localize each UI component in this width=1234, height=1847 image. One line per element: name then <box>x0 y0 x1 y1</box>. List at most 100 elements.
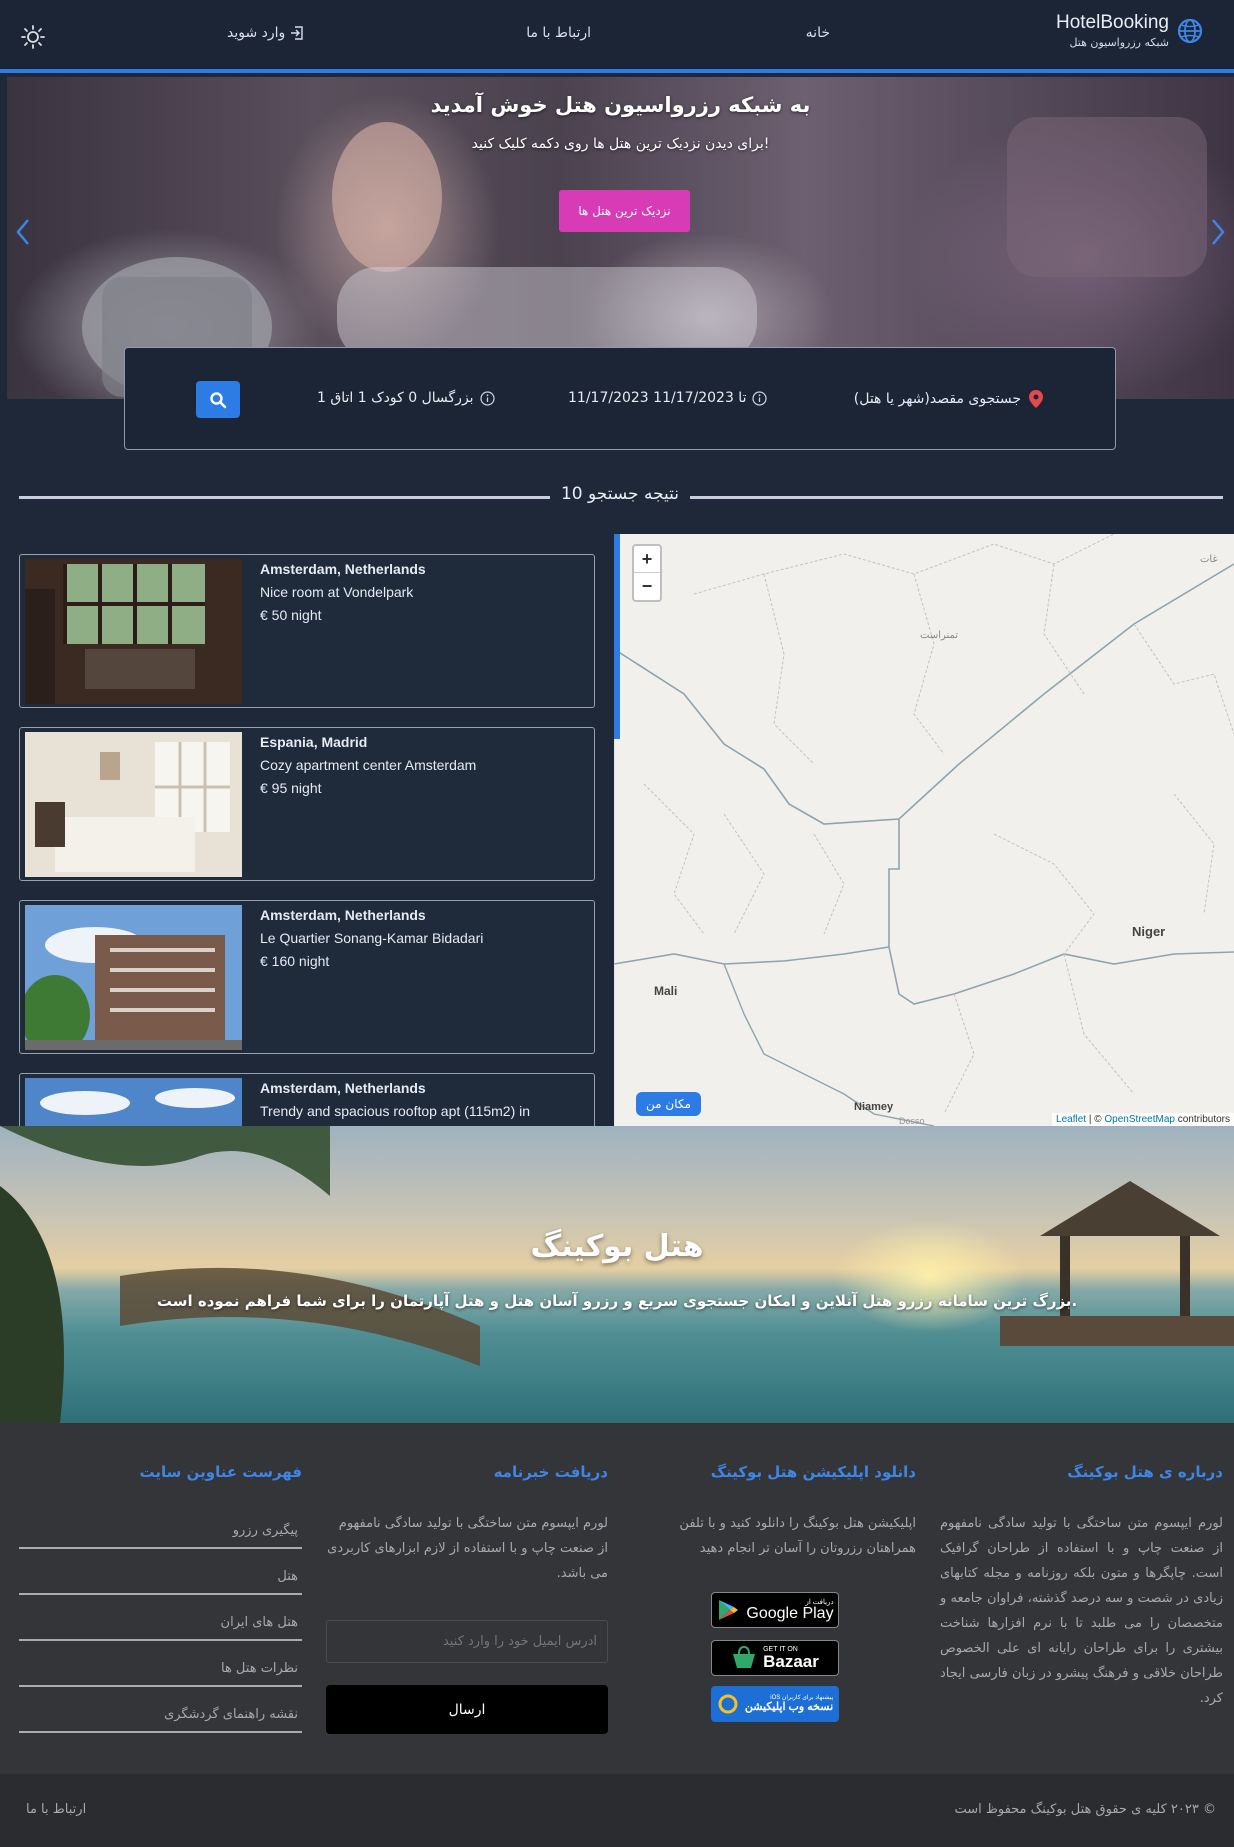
zoom-out-button[interactable]: − <box>634 573 660 600</box>
google-play-icon <box>719 1600 739 1620</box>
info-icon <box>479 390 495 406</box>
bazaar-button[interactable]: GET IT ON Bazaar <box>711 1640 839 1676</box>
newsletter-text: لورم ایپسوم متن ساختگی با تولید سادگی نا… <box>327 1516 608 1581</box>
location-pin-icon <box>1029 390 1043 408</box>
newsletter-email-input[interactable] <box>326 1620 608 1663</box>
hotel-thumbnail <box>25 905 242 1050</box>
web-app-button[interactable]: پیشنهاد برای کاربران iOS نسخه وب اپلیکیش… <box>711 1686 839 1722</box>
hotel-location: Amsterdam, Netherlands <box>260 907 426 923</box>
attribution-separator: | © <box>1086 1114 1105 1125</box>
logo-title: HotelBooking <box>1055 12 1169 33</box>
destination-placeholder: جستجوی مقصد(شهر یا هتل) <box>853 391 1021 407</box>
guests-field[interactable]: 1 بزرگسال 0 کودک 1 اتاق <box>317 390 495 406</box>
zoom-in-button[interactable]: + <box>634 546 660 573</box>
google-play-label: Google Play <box>746 1604 834 1622</box>
carousel-prev-icon[interactable] <box>13 217 33 247</box>
sun-icon[interactable] <box>20 24 46 50</box>
site-logo[interactable]: HotelBooking شبکه رزرواسیون هتل <box>1056 12 1205 49</box>
hotel-card[interactable]: Amsterdam, Netherlands Nice room at Vond… <box>19 554 595 708</box>
map-label-mali: Mali <box>654 984 678 998</box>
my-location-button[interactable]: مکان من <box>636 1092 701 1116</box>
hotel-price: € 50 night <box>260 607 322 623</box>
hotel-card[interactable]: Amsterdam, Netherlands Le Quartier Sonan… <box>19 900 595 1054</box>
info-icon <box>752 390 768 406</box>
links-heading: فهرست عناوین سایت <box>139 1463 302 1481</box>
copyright-text: © ۲۰۲۳ کلیه ی حقوق هتل بوکینگ محفوظ است <box>954 1802 1216 1817</box>
map-label-dosso: Dosso <box>899 1116 925 1126</box>
hotel-name: Trendy and spacious rooftop apt (115m2) … <box>260 1103 531 1119</box>
logo-subtitle: شبکه رزرواسیون هتل <box>1069 36 1169 49</box>
attribution-contributors: contributors <box>1174 1114 1230 1125</box>
nav-login-link[interactable]: وارد شوید <box>227 25 305 41</box>
search-icon <box>210 391 227 408</box>
results-map[interactable]: + − غات تمنراست Niger Mali Niamey Dosso … <box>614 534 1234 1126</box>
footer-link-hotel[interactable]: هتل <box>19 1549 302 1595</box>
about-heading: درباره ی هتل بوکینگ <box>1067 1463 1223 1481</box>
promo-title: هتل بوکینگ <box>530 1229 704 1264</box>
hotel-name: Nice room at Vondelpark <box>260 584 414 600</box>
promo-banner: هتل بوکینگ بزرگ ترین سامانه رزرو هتل آنل… <box>0 1126 1234 1423</box>
footer-link-reservation-tracking[interactable]: پیگیری رزرو <box>19 1503 302 1549</box>
hotel-card[interactable]: Amsterdam, Netherlands Trendy and spacio… <box>19 1073 595 1126</box>
promo-subtitle: بزرگ ترین سامانه رزرو هتل آنلاین و امکان… <box>156 1292 1078 1310</box>
footer-link-iran-hotels[interactable]: هتل های ایران <box>19 1595 302 1641</box>
globe-icon <box>1177 18 1203 43</box>
web-app-small-label: پیشنهاد برای کاربران iOS <box>770 1694 834 1701</box>
leaflet-link[interactable]: Leaflet <box>1056 1114 1086 1125</box>
newsletter-heading: دریافت خبرنامه <box>493 1463 608 1481</box>
hotel-name: Le Quartier Sonang-Kamar Bidadari <box>260 930 484 946</box>
divider <box>690 496 1223 499</box>
login-icon <box>291 26 304 40</box>
results-list[interactable]: Amsterdam, Netherlands Nice room at Vond… <box>0 534 612 1126</box>
app-heading: دانلود اپلیکیشن هتل بوکینگ <box>710 1463 916 1481</box>
map-label-niger: Niger <box>1132 924 1166 939</box>
search-panel: جستجوی مقصد(شهر یا هتل) 11/17/2023 تا 11… <box>124 347 1116 450</box>
hotel-name: Cozy apartment center Amsterdam <box>260 757 477 773</box>
destination-field[interactable]: جستجوی مقصد(شهر یا هتل) <box>854 390 1043 408</box>
hotel-thumbnail <box>25 559 242 704</box>
hero-title: به شبکه رزرواسیون هتل خوش آمدید <box>430 93 811 117</box>
nav-contact-link[interactable]: ارتباط با ما <box>526 25 591 41</box>
map-tiles <box>614 534 1234 1126</box>
footer-link-hotel-reviews[interactable]: نظرات هتل ها <box>19 1641 302 1687</box>
site-footer: درباره ی هتل بوکینگ لورم ایپسوم متن ساخت… <box>0 1423 1234 1774</box>
hotel-thumbnail <box>25 732 242 877</box>
map-label-tamanrasset: تمنراست <box>920 630 959 641</box>
hotel-location: Amsterdam, Netherlands <box>260 1080 426 1096</box>
app-text: اپلیکیشن هتل بوکینگ را دانلود کنید و با … <box>679 1516 916 1556</box>
about-text: لورم ایپسوم متن ساختگی با تولید سادگی نا… <box>940 1516 1223 1706</box>
footer-newsletter: دریافت خبرنامه لورم ایپسوم متن ساختگی با… <box>326 1463 608 1586</box>
copyright-contact-link[interactable]: ارتباط با ما <box>26 1802 86 1817</box>
hotel-thumbnail <box>25 1078 242 1126</box>
osm-link[interactable]: OpenStreetMap <box>1104 1114 1175 1125</box>
map-label-niamey: Niamey <box>854 1101 894 1113</box>
date-range-value: 11/17/2023 تا 11/17/2023 <box>568 390 747 406</box>
login-label: وارد شوید <box>227 25 286 41</box>
carousel-next-icon[interactable] <box>1208 217 1228 247</box>
hotel-location: Espania, Madrid <box>260 734 368 750</box>
hotel-card[interactable]: Espania, Madrid Cozy apartment center Am… <box>19 727 595 881</box>
hotel-location: Amsterdam, Netherlands <box>260 561 426 577</box>
map-attribution: Leaflet | © OpenStreetMap contributors <box>1052 1113 1234 1126</box>
newsletter-send-button[interactable]: ارسال <box>326 1685 608 1734</box>
site-header: HotelBooking شبکه رزرواسیون هتل خانه ارت… <box>0 0 1234 73</box>
zoom-control: + − <box>632 544 662 602</box>
guests-value: 1 بزرگسال 0 کودک 1 اتاق <box>317 390 474 406</box>
divider <box>19 496 550 499</box>
promo-background-image <box>0 1126 1234 1423</box>
search-button[interactable] <box>196 381 240 418</box>
map-scroll-indicator <box>614 534 620 739</box>
web-app-label: نسخه وب اپلیکیشن <box>744 1701 834 1714</box>
footer-link-tourist-map[interactable]: نقشه راهنمای گردشگری <box>19 1687 302 1733</box>
bazaar-icon <box>733 1646 756 1668</box>
hero-subtitle: برای دیدن نزدیک ترین هتل ها روی دکمه کلی… <box>471 136 770 152</box>
hotel-price: € 95 night <box>260 780 322 796</box>
web-app-icon <box>718 1694 738 1714</box>
bazaar-label: Bazaar <box>763 1652 819 1671</box>
nearest-hotels-button[interactable]: نزدیک ترین هتل ها <box>559 190 690 232</box>
date-range-field[interactable]: 11/17/2023 تا 11/17/2023 <box>568 390 768 406</box>
results-count-title: 10 نتیجه جستجو <box>560 484 680 504</box>
hotel-price: € 160 night <box>260 953 330 969</box>
nav-home-link[interactable]: خانه <box>806 25 830 41</box>
google-play-button[interactable]: دریافت از Google Play <box>711 1592 839 1628</box>
